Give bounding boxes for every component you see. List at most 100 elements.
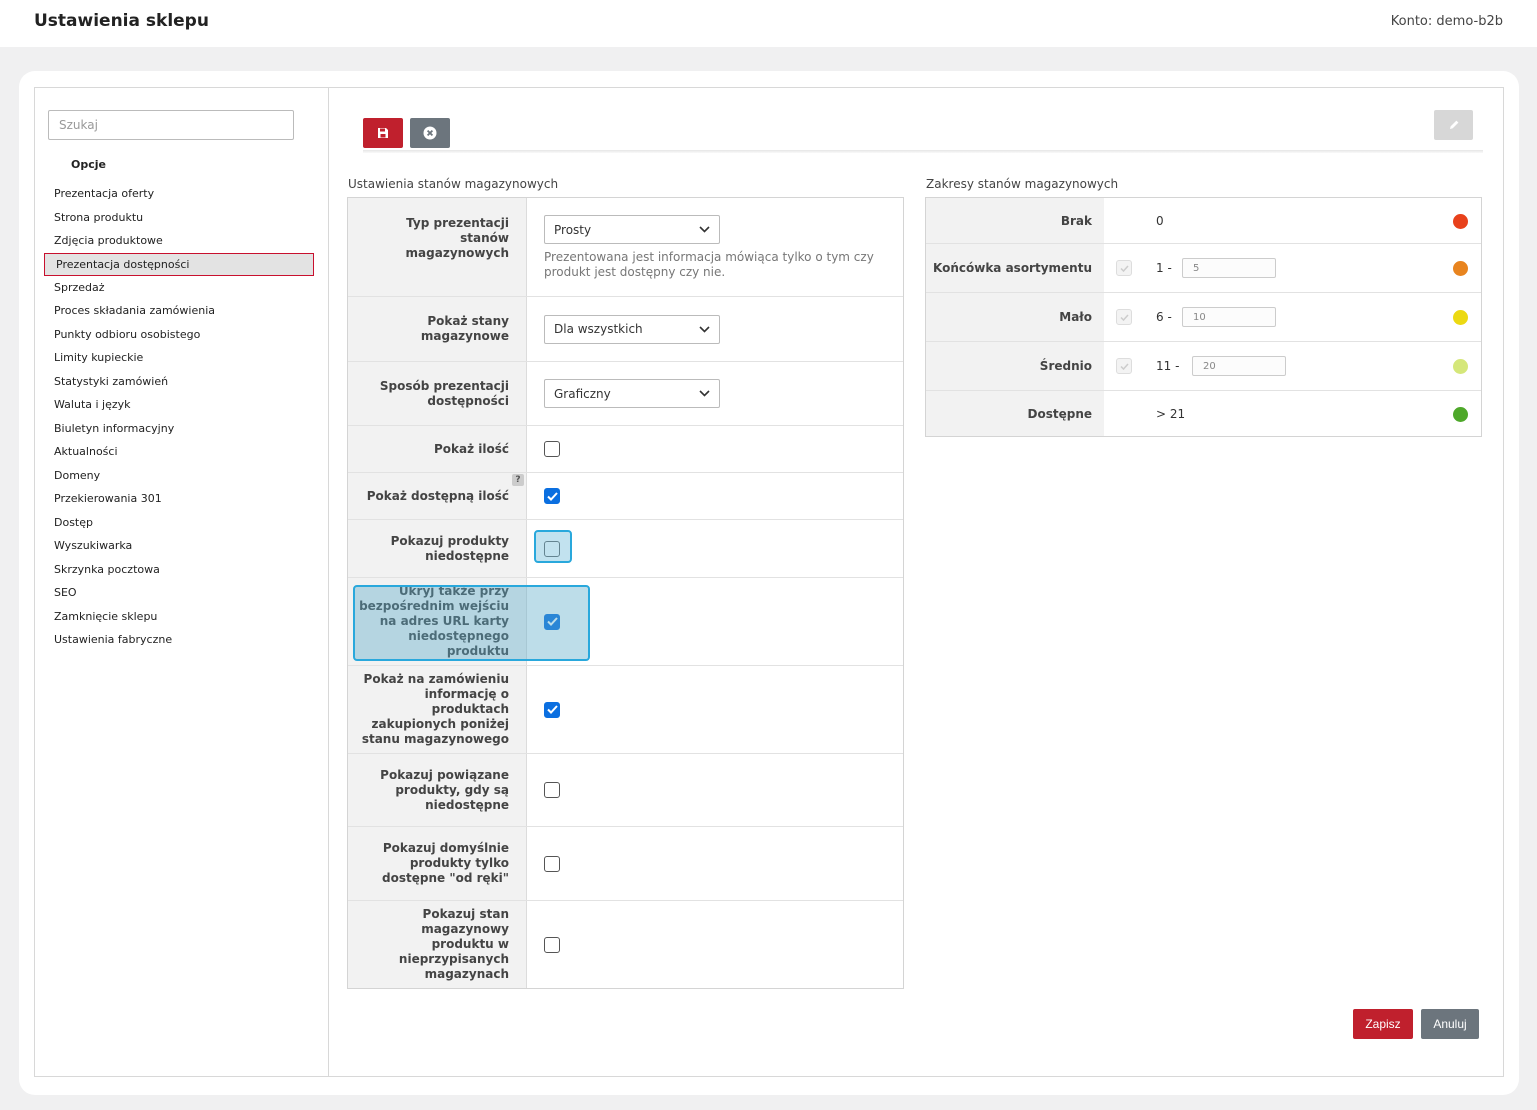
presentation-type-hint: Prezentowana jest informacja mówiąca tyl…	[544, 250, 874, 279]
show-available-quantity-checkbox[interactable]	[544, 488, 560, 504]
range-row-srednio: Średnio 11 - 20	[926, 342, 1481, 391]
sidebar-item-prezentacja-oferty[interactable]: Prezentacja oferty	[44, 182, 314, 206]
range-from: 11 -	[1156, 359, 1180, 373]
row-availability-mode: Sposób prezentacji dostępności Graficzny	[348, 362, 903, 426]
sidebar-item-prezentacja-dostepnosci[interactable]: Prezentacja dostępności	[44, 252, 314, 276]
sidebar-item-sprzedaz[interactable]: Sprzedaż	[44, 276, 314, 300]
availability-mode-select[interactable]: Graficzny	[544, 379, 720, 408]
sidebar-section-title: Opcje	[71, 158, 106, 171]
toolbar-save-button[interactable]	[363, 118, 403, 148]
range-to-input[interactable]: 20	[1192, 356, 1286, 376]
label-availability-mode: Sposób prezentacji dostępności	[348, 362, 527, 425]
account-label: Konto:	[1390, 14, 1433, 29]
show-quantity-checkbox[interactable]	[544, 441, 560, 457]
row-unassigned-warehouses: Pokazuj stan magazynowy produktu w niepr…	[348, 901, 903, 988]
range-label: Dostępne	[926, 391, 1104, 436]
account-info: Konto: demo-b2b	[1391, 14, 1503, 29]
label-show-quantity: Pokaż ilość	[348, 426, 527, 472]
availability-mode-value: Graficzny	[554, 386, 611, 401]
label-show-stock: Pokaż stany magazynowe	[348, 297, 527, 361]
sidebar-item-waluta-jezyk[interactable]: Waluta i język	[44, 393, 314, 417]
sidebar-item-ustawienia-fabryczne[interactable]: Ustawienia fabryczne	[44, 628, 314, 652]
page-title: Ustawienia sklepu	[34, 11, 209, 31]
pencil-icon	[1449, 120, 1458, 129]
default-in-hand-checkbox[interactable]	[544, 855, 560, 872]
check-icon	[546, 491, 558, 501]
sidebar-item-strona-produktu[interactable]: Strona produktu	[44, 206, 314, 230]
ranges-title: Zakresy stanów magazynowych	[926, 177, 1119, 191]
sidebar-item-limity-kupieckie[interactable]: Limity kupieckie	[44, 346, 314, 370]
sidebar-item-skrzynka[interactable]: Skrzynka pocztowa	[44, 558, 314, 582]
sidebar-item-punkty-odbioru[interactable]: Punkty odbioru osobistego	[44, 323, 314, 347]
label-presentation-type: Typ prezentacji stanów magazynowych	[348, 198, 527, 296]
range-from: 0	[1156, 213, 1164, 228]
stock-settings-title: Ustawienia stanów magazynowych	[348, 177, 559, 191]
range-to-input[interactable]: 10	[1182, 307, 1276, 327]
sidebar-item-statystyki-zamowien[interactable]: Statystyki zamówień	[44, 370, 314, 394]
sidebar-item-zdjecia-produktowe[interactable]: Zdjęcia produktowe	[44, 229, 314, 253]
sidebar-item-proces-zamowienia[interactable]: Proces składania zamówienia	[44, 299, 314, 323]
check-icon	[546, 705, 558, 714]
row-show-unavailable: Pokazuj produkty niedostępne	[348, 520, 903, 578]
stock-ranges-table: Brak 0 Końcówka asortymentu 1 - 5 Mało 6…	[925, 197, 1482, 437]
status-dot-lightgreen	[1453, 359, 1468, 374]
presentation-type-value: Prosty	[554, 222, 592, 237]
top-bar: Ustawienia sklepu Konto: demo-b2b	[0, 0, 1537, 47]
range-checkbox[interactable]	[1116, 309, 1132, 325]
save-button[interactable]: Zapisz	[1353, 1009, 1413, 1039]
sidebar-item-wyszukiwarka[interactable]: Wyszukiwarka	[44, 534, 314, 558]
range-label: Mało	[926, 293, 1104, 341]
row-related-unavailable: Pokazuj powiązane produkty, gdy są niedo…	[348, 754, 903, 827]
check-icon	[1119, 264, 1129, 272]
unassigned-warehouses-checkbox[interactable]	[544, 936, 560, 953]
sidebar: Opcje Prezentacja oferty Strona produktu…	[35, 88, 329, 1076]
row-presentation-type: Typ prezentacji stanów magazynowych Pros…	[348, 198, 903, 297]
range-to-input[interactable]: 5	[1182, 258, 1276, 278]
show-stock-value: Dla wszystkich	[554, 322, 643, 336]
account-name[interactable]: demo-b2b	[1436, 14, 1503, 29]
sidebar-item-aktualnosci[interactable]: Aktualności	[44, 440, 314, 464]
toolbar-cancel-button[interactable]	[410, 118, 450, 148]
row-show-stock: Pokaż stany magazynowe Dla wszystkich	[348, 297, 903, 362]
chevron-down-icon	[699, 226, 710, 233]
sidebar-menu: Prezentacja oferty Strona produktu Zdjęc…	[44, 182, 314, 652]
range-row-koncowka: Końcówka asortymentu 1 - 5	[926, 244, 1481, 293]
row-default-in-hand: Pokazuj domyślnie produkty tylko dostępn…	[348, 827, 903, 901]
search-input[interactable]	[48, 110, 294, 140]
help-icon[interactable]: ?	[512, 474, 524, 486]
toolbar-edit-button[interactable]	[1434, 110, 1473, 140]
row-show-available-quantity: Pokaż dostępną ilość ?	[348, 473, 903, 520]
chevron-down-icon	[699, 325, 710, 333]
range-label: Końcówka asortymentu	[926, 244, 1104, 292]
label-order-below-stock: Pokaż na zamówieniu informację o produkt…	[348, 666, 527, 753]
check-icon	[1119, 313, 1129, 321]
order-below-stock-checkbox[interactable]	[544, 701, 560, 718]
show-stock-select[interactable]: Dla wszystkich	[544, 314, 720, 344]
sidebar-item-dostep[interactable]: Dostęp	[44, 511, 314, 535]
highlight-setting-overlay	[353, 585, 590, 661]
presentation-type-select[interactable]: Prosty	[544, 215, 720, 244]
sidebar-item-zamkniecie[interactable]: Zamknięcie sklepu	[44, 605, 314, 629]
range-checkbox[interactable]	[1116, 358, 1132, 374]
status-dot-orange	[1453, 261, 1468, 276]
sidebar-item-domeny[interactable]: Domeny	[44, 464, 314, 488]
check-icon	[1119, 362, 1129, 370]
range-row-brak: Brak 0	[926, 198, 1481, 244]
sidebar-item-przekierowania[interactable]: Przekierowania 301	[44, 487, 314, 511]
sidebar-item-biuletyn[interactable]: Biuletyn informacyjny	[44, 417, 314, 441]
row-show-quantity: Pokaż ilość	[348, 426, 903, 473]
circle-x-icon	[423, 126, 437, 140]
range-checkbox[interactable]	[1116, 260, 1132, 276]
label-show-available-quantity: Pokaż dostępną ilość	[366, 488, 509, 503]
range-label: Średnio	[926, 342, 1104, 390]
chevron-down-icon	[699, 390, 710, 397]
floppy-disk-icon	[378, 128, 388, 138]
related-unavailable-checkbox[interactable]	[544, 782, 560, 798]
range-label: Brak	[926, 198, 1104, 243]
label-default-in-hand: Pokazuj domyślnie produkty tylko dostępn…	[348, 827, 527, 900]
sidebar-item-seo[interactable]: SEO	[44, 581, 314, 605]
row-order-below-stock: Pokaż na zamówieniu informację o produkt…	[348, 666, 903, 754]
status-dot-red	[1453, 213, 1468, 229]
status-dot-green	[1453, 406, 1468, 422]
cancel-button[interactable]: Anuluj	[1421, 1009, 1479, 1039]
